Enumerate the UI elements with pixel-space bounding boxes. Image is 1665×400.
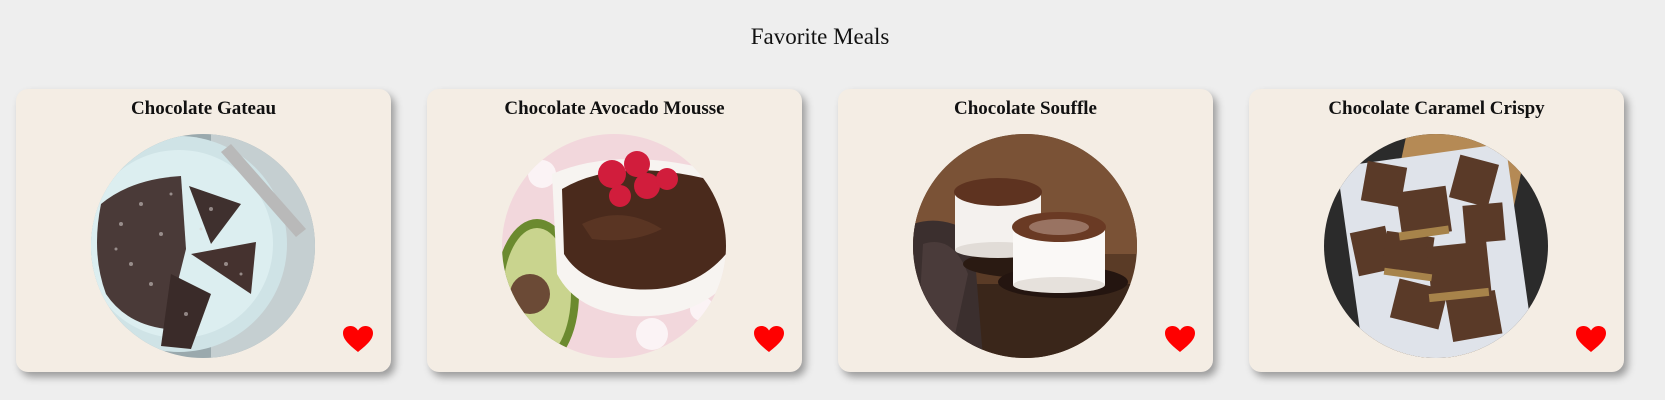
meal-title: Chocolate Souffle	[953, 98, 1097, 119]
favorite-heart-icon[interactable]	[1575, 325, 1607, 353]
meal-title: Chocolate Caramel Crispy	[1328, 98, 1545, 119]
meal-image	[91, 134, 315, 358]
meal-image	[1324, 134, 1548, 358]
page-title: Favorite Meals	[750, 24, 890, 49]
meal-card[interactable]: Chocolate Caramel Crispy	[1249, 89, 1624, 372]
favorite-heart-icon[interactable]	[342, 325, 374, 353]
meal-card[interactable]: Chocolate Souffle	[838, 89, 1213, 372]
meal-card[interactable]: Chocolate Gateau	[16, 89, 391, 372]
meal-card[interactable]: Chocolate Avocado Mousse	[427, 89, 802, 372]
meal-title: Chocolate Avocado Mousse	[504, 98, 725, 119]
meal-card-list: Chocolate Gateau Chocolate Avocado Mouss…	[16, 89, 1624, 372]
meal-image	[502, 134, 726, 358]
meal-title: Chocolate Gateau	[130, 98, 277, 119]
favorite-heart-icon[interactable]	[753, 325, 785, 353]
favorite-heart-icon[interactable]	[1164, 325, 1196, 353]
meal-image	[913, 134, 1137, 358]
